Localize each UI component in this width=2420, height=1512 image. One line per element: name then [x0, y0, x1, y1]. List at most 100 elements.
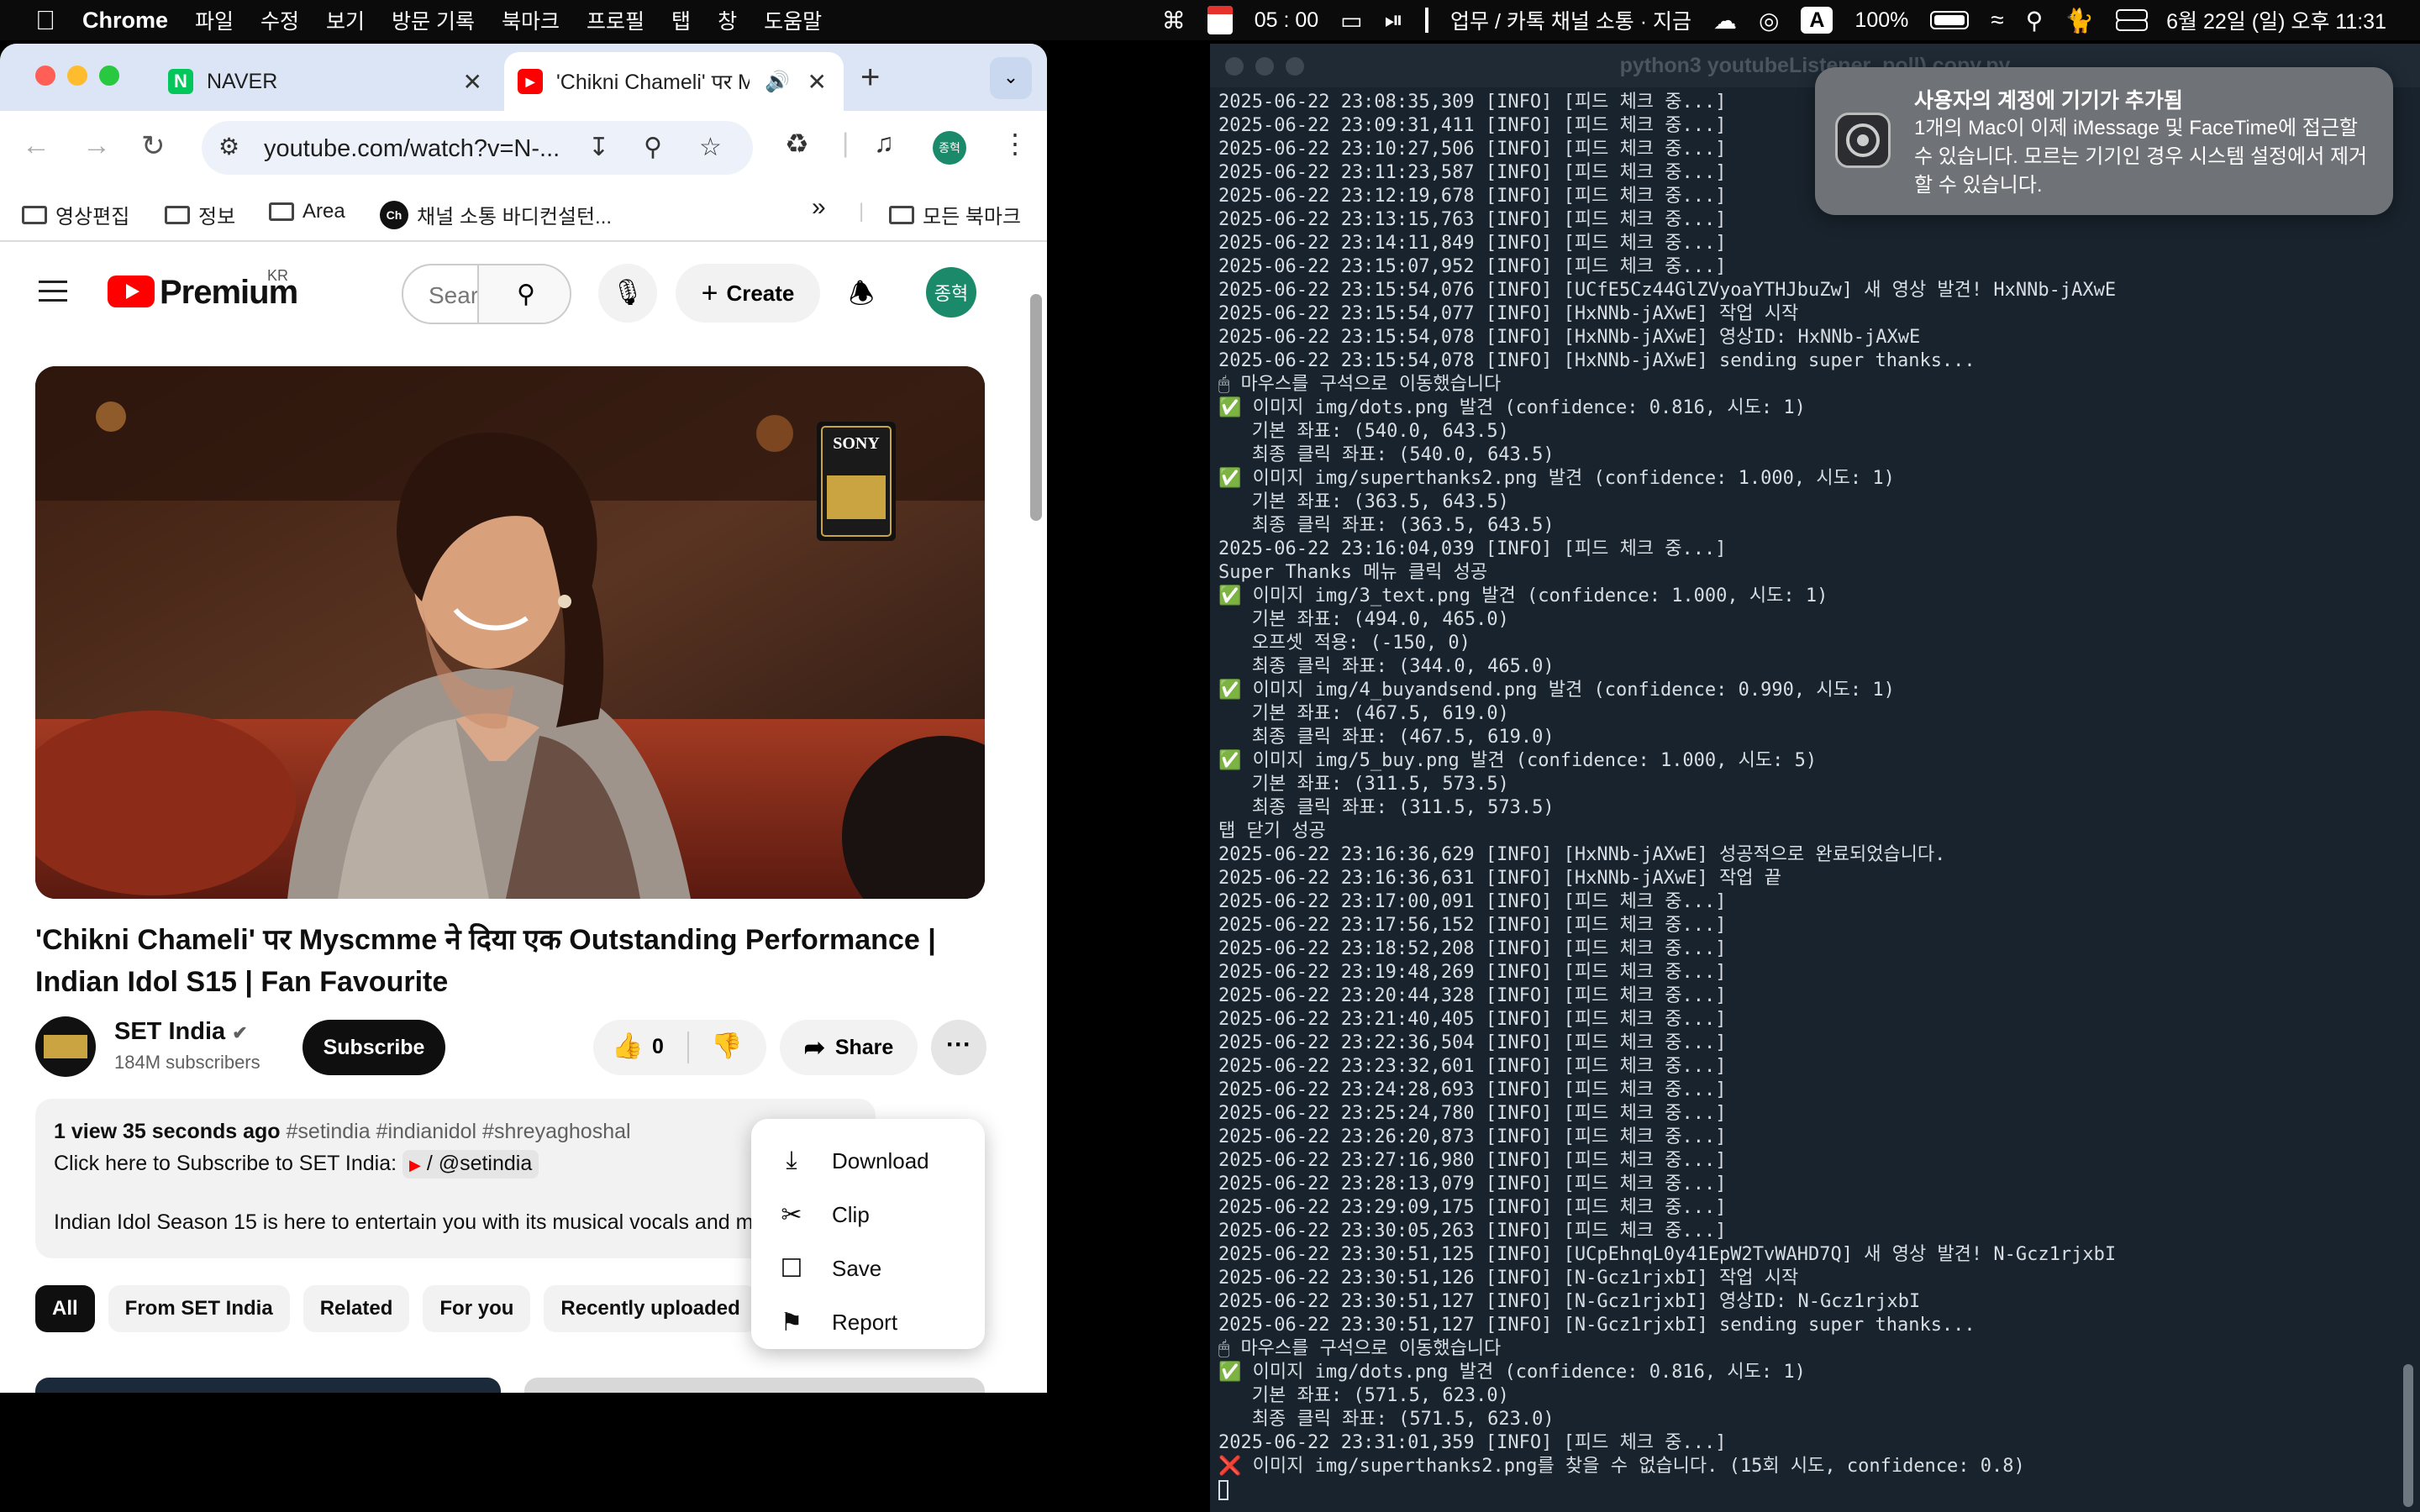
- bookmark-star-icon[interactable]: ☆: [699, 133, 722, 162]
- chrome-menu-icon[interactable]: ⋮: [1002, 128, 1028, 160]
- tab-naver[interactable]: N NAVER ✕: [155, 52, 499, 111]
- zoom-window-button[interactable]: [1286, 57, 1304, 76]
- spotlight-search-icon[interactable]: ⚲: [2026, 7, 2044, 34]
- new-tab-button[interactable]: +: [860, 59, 880, 97]
- forward-button[interactable]: →: [82, 129, 111, 162]
- airdrop-icon[interactable]: ◎: [1759, 7, 1779, 34]
- terminal-line: 기본 좌표: (311.5, 573.5): [1218, 774, 1509, 795]
- tab-search-button[interactable]: ⌄: [990, 57, 1032, 99]
- menu-edit[interactable]: 수정: [260, 5, 299, 35]
- zoom-window-button[interactable]: [99, 66, 119, 86]
- hamburger-menu-icon[interactable]: [39, 281, 67, 302]
- subscribe-button[interactable]: Subscribe: [302, 1020, 445, 1075]
- reload-button[interactable]: ↻: [141, 129, 166, 163]
- minimize-window-button[interactable]: [1255, 57, 1274, 76]
- terminal-output[interactable]: 2025-06-22 23:08:35,309 [INFO] [피드 체크 중.…: [1218, 91, 2116, 1502]
- apple-menu-icon[interactable]: : [35, 5, 55, 36]
- video-thumbnail[interactable]: [35, 1378, 501, 1393]
- audio-playing-icon[interactable]: 🔊: [765, 70, 790, 94]
- voice-search-mic-icon[interactable]: 🎙: [598, 264, 657, 323]
- install-app-icon[interactable]: ↧: [588, 133, 609, 162]
- runcat-icon[interactable]: 🐈: [2065, 7, 2094, 34]
- channel-name[interactable]: SET India ✔: [114, 1018, 248, 1046]
- terminal-line: 최종 클릭 좌표: (344.0, 465.0): [1218, 656, 1555, 677]
- screen-mirroring-icon[interactable]: ▭: [1340, 7, 1362, 34]
- like-thumb-icon[interactable]: 👍: [612, 1032, 643, 1061]
- menu-help[interactable]: 도움말: [764, 5, 822, 35]
- menu-item-label: Report: [832, 1309, 898, 1335]
- url-text[interactable]: youtube.com/watch?v=N-...: [264, 135, 560, 163]
- menu-app-name[interactable]: Chrome: [82, 8, 168, 34]
- bookmark-channel[interactable]: Ch 채널 소통 바디컨설턴...: [380, 200, 612, 229]
- more-bookmarks-icon[interactable]: »: [812, 193, 826, 222]
- search-input[interactable]: Sear: [403, 265, 478, 323]
- youtube-mini-icon: ▶: [409, 1157, 421, 1173]
- now-playing-text[interactable]: 업무 / 카톡 채널 소통 · 지금: [1450, 5, 1691, 35]
- chip-all[interactable]: All: [35, 1285, 95, 1332]
- control-center-icon[interactable]: [2116, 9, 2149, 31]
- command-key-icon[interactable]: ⌘: [1162, 7, 1186, 34]
- terminal-cursor[interactable]: [1218, 1478, 2116, 1502]
- page-scrollbar[interactable]: [1030, 294, 1042, 521]
- profile-avatar[interactable]: 종혁: [933, 131, 966, 165]
- youtube-logo-icon[interactable]: [108, 276, 155, 307]
- dislike-thumb-icon[interactable]: 👎: [711, 1032, 742, 1061]
- menu-history[interactable]: 방문 기록: [392, 5, 475, 35]
- cloud-icon[interactable]: ☁: [1713, 7, 1737, 34]
- chip-related[interactable]: Related: [302, 1285, 410, 1332]
- media-controls-icon[interactable]: ♫: [874, 128, 894, 159]
- menu-item-save[interactable]: ☐ Save: [751, 1242, 985, 1295]
- back-button[interactable]: ←: [22, 129, 50, 162]
- search-icon[interactable]: ⚲: [477, 265, 570, 323]
- menu-file[interactable]: 파일: [195, 5, 234, 35]
- site-info-icon[interactable]: ⚙: [218, 133, 239, 160]
- play-icon[interactable]: ⏯: [1385, 7, 1403, 34]
- menu-item-clip[interactable]: ✂ Clip: [751, 1188, 985, 1242]
- close-window-button[interactable]: [1225, 57, 1244, 76]
- channel-handle-link[interactable]: ▶ / @setindia: [402, 1150, 539, 1179]
- terminal-scrollbar[interactable]: [2403, 1364, 2413, 1507]
- menu-clock[interactable]: 6월 22일 (일) 오후 11:31: [2166, 5, 2386, 35]
- notifications-bell-icon[interactable]: 🕭: [849, 274, 874, 322]
- battery-percent: 100%: [1854, 8, 1909, 32]
- bookmark-folder-video-edit[interactable]: 영상편집: [22, 200, 129, 229]
- bookmark-folder-area[interactable]: Area: [269, 200, 345, 223]
- menu-view[interactable]: 보기: [326, 5, 365, 35]
- close-tab-icon[interactable]: ✕: [463, 68, 482, 96]
- chip-from-set-india[interactable]: From SET India: [108, 1285, 290, 1332]
- create-button[interactable]: + Create: [676, 264, 820, 323]
- close-window-button[interactable]: [35, 66, 55, 86]
- zoom-icon[interactable]: ⚲: [644, 133, 662, 162]
- tab-youtube[interactable]: ▶ 'Chikni Chameli' पर M 🔊 ✕: [504, 52, 844, 111]
- timer-readout[interactable]: 05 : 00: [1255, 8, 1318, 33]
- hashtags[interactable]: #setindia #indianidol #shreyaghoshal: [287, 1120, 631, 1143]
- folder-icon: [269, 202, 294, 221]
- close-tab-icon[interactable]: ✕: [808, 68, 827, 96]
- extensions-icon[interactable]: ♻: [785, 128, 809, 160]
- menu-item-report[interactable]: ⚑ Report: [751, 1295, 985, 1349]
- system-notification[interactable]: 사용자의 계정에 기기가 추가됨 1개의 Mac이 이제 iMessage 및 …: [1815, 67, 2393, 215]
- menu-profile[interactable]: 프로필: [587, 5, 644, 35]
- minimize-window-button[interactable]: [67, 66, 87, 86]
- more-actions-button[interactable]: ···: [931, 1020, 986, 1075]
- menu-window[interactable]: 창: [718, 5, 737, 35]
- account-avatar[interactable]: 종혁: [926, 267, 976, 318]
- search-box[interactable]: Sear ⚲: [402, 264, 571, 324]
- menu-item-download[interactable]: ⤓ Download: [751, 1134, 985, 1188]
- input-source-icon[interactable]: A: [1801, 7, 1833, 34]
- calendar-icon[interactable]: [1207, 6, 1233, 34]
- menu-tab[interactable]: 탭: [671, 5, 691, 35]
- video-thumbnail[interactable]: [524, 1378, 985, 1393]
- chip-recently-uploaded[interactable]: Recently uploaded: [544, 1285, 757, 1332]
- wifi-icon[interactable]: ≈: [1991, 7, 2003, 34]
- chip-for-you[interactable]: For you: [423, 1285, 531, 1332]
- bookmark-all[interactable]: 모든 북마크: [889, 200, 1021, 229]
- description-box[interactable]: 1 view 35 seconds ago #setindia #indiani…: [35, 1099, 876, 1258]
- video-player[interactable]: SONY: [35, 366, 985, 899]
- address-bar[interactable]: ⚙ youtube.com/watch?v=N-... ↧ ⚲ ☆: [202, 121, 753, 175]
- menu-bookmarks[interactable]: 북마크: [502, 5, 560, 35]
- share-button[interactable]: ➦ Share: [780, 1020, 918, 1075]
- bookmark-folder-info[interactable]: 정보: [165, 200, 235, 229]
- channel-avatar[interactable]: [35, 1016, 96, 1077]
- battery-icon[interactable]: [1930, 11, 1970, 29]
